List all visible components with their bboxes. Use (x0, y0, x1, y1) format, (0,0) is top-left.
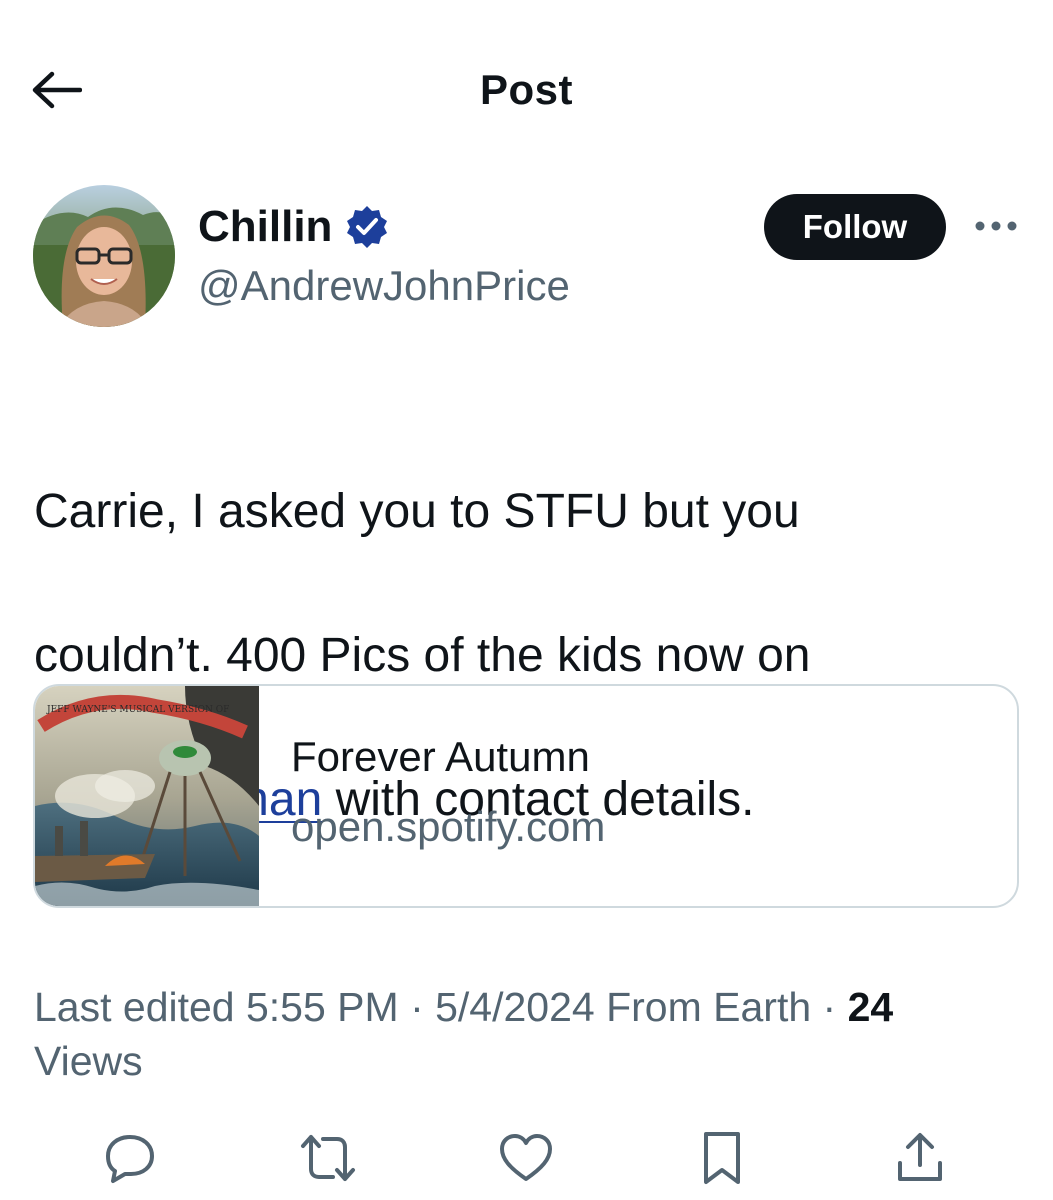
bookmark-button[interactable] (692, 1128, 752, 1188)
views-count: 24 (847, 984, 894, 1030)
post-meta: Last edited 5:55 PM · 5/4/2024 From Eart… (34, 980, 1024, 1088)
post-text-line: Carrie, I asked you to STFU but you (34, 485, 800, 538)
bookmark-icon (704, 1132, 740, 1184)
reply-icon (106, 1135, 154, 1183)
reply-button[interactable] (100, 1128, 160, 1188)
author-name-row: Chillin (198, 198, 390, 256)
edited-timestamp: Last edited 5:55 PM · 5/4/2024 From Eart… (34, 984, 848, 1030)
verified-badge-icon (344, 204, 390, 250)
follow-button[interactable]: Follow (764, 194, 946, 260)
avatar-image (33, 185, 175, 327)
page-title: Post (479, 66, 573, 113)
post-text-line: couldn’t. 400 Pics of the kids now on (34, 629, 811, 682)
repost-icon (301, 1135, 355, 1181)
link-card-domain: open.spotify.com (291, 803, 606, 850)
like-button[interactable] (496, 1128, 556, 1188)
more-horizontal-icon (975, 221, 1017, 231)
link-card-title: Forever Autumn (291, 733, 590, 780)
svg-text:JEFF WAYNE'S MUSICAL VERSION O: JEFF WAYNE'S MUSICAL VERSION OF (46, 705, 229, 715)
repost-button[interactable] (298, 1128, 358, 1188)
album-art-image: JEFF WAYNE'S MUSICAL VERSION OF (35, 686, 259, 906)
post-meta-line: Last edited 5:55 PM · 5/4/2024 From Eart… (34, 980, 1024, 1034)
avatar[interactable] (33, 185, 175, 327)
views-label: Views (34, 1038, 143, 1084)
more-options-button[interactable] (966, 206, 1026, 246)
link-preview-card[interactable]: JEFF WAYNE'S MUSICAL VERSION OF Forever … (33, 684, 1019, 908)
heart-icon (500, 1134, 552, 1181)
share-icon (898, 1133, 942, 1181)
display-name[interactable]: Chillin (198, 198, 332, 256)
share-button[interactable] (890, 1128, 950, 1188)
author-handle[interactable]: @AndrewJohnPrice (198, 258, 570, 314)
